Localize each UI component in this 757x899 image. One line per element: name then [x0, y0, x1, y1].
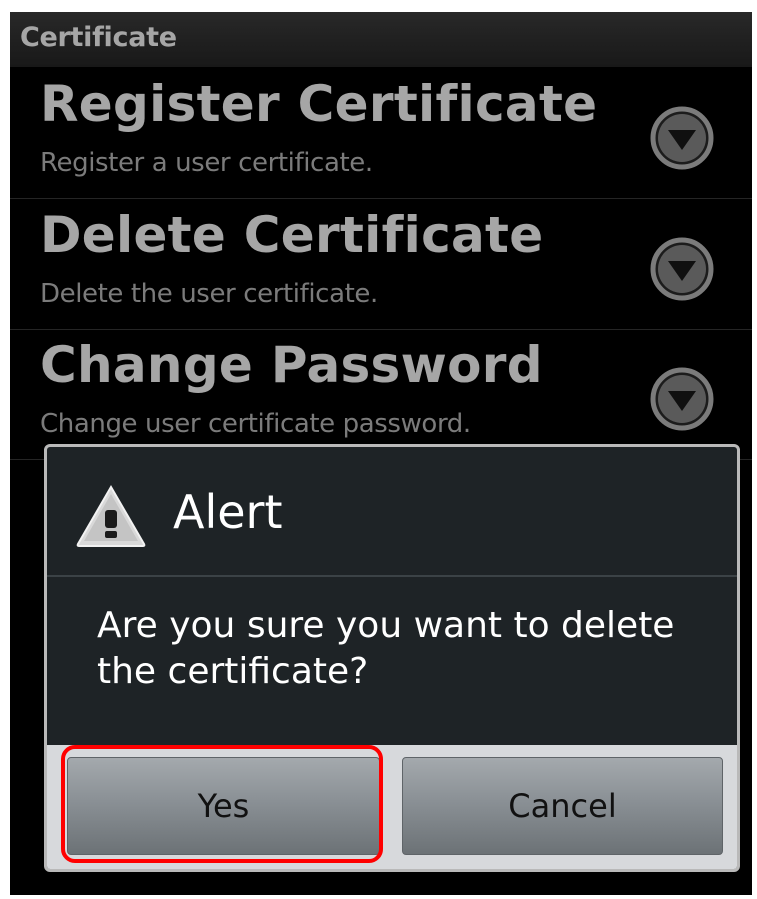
dialog-button-bar: Yes Cancel: [47, 745, 737, 869]
warning-icon: [76, 485, 146, 547]
dialog-header: Alert: [47, 447, 737, 577]
android-screen: Certificate Register Certificate Registe…: [10, 12, 752, 895]
yes-button[interactable]: Yes: [67, 757, 380, 855]
cancel-button[interactable]: Cancel: [402, 757, 723, 855]
dialog-message: Are you sure you want to delete the cert…: [97, 605, 675, 692]
dialog-title: Alert: [173, 485, 283, 539]
alert-dialog: Alert Are you sure you want to delete th…: [44, 444, 740, 872]
